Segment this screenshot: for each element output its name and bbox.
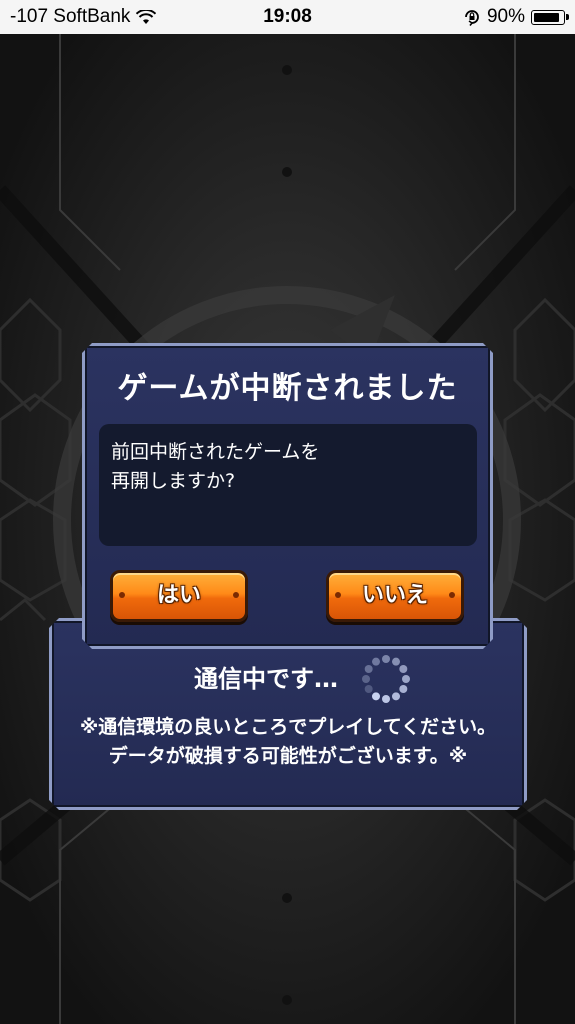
spinner-dot bbox=[399, 685, 407, 693]
no-button[interactable]: いいえ bbox=[326, 570, 464, 622]
yes-button-label: はい bbox=[156, 583, 201, 608]
rivet-icon bbox=[449, 592, 455, 598]
battery-percent: 90% bbox=[486, 6, 525, 27]
wifi-icon bbox=[136, 9, 157, 24]
rivet-icon bbox=[233, 592, 239, 598]
battery-icon bbox=[531, 9, 569, 25]
spinner-dot bbox=[392, 692, 400, 700]
battery-fill bbox=[534, 12, 559, 22]
connection-warning: ※通信環境の良いところでプレイしてください。 データが破損する可能性がございます… bbox=[52, 713, 524, 771]
status-bar: -107 SoftBank 19:08 90% bbox=[0, 0, 575, 34]
dialog-message-box: 前回中断されたゲームを 再開しますか? bbox=[99, 424, 477, 546]
spinner-dot bbox=[372, 658, 380, 666]
yes-button[interactable]: はい bbox=[110, 570, 248, 622]
rivet-icon bbox=[335, 592, 341, 598]
no-button-label: いいえ bbox=[361, 583, 428, 608]
spinner-dot bbox=[399, 665, 407, 673]
connection-warning-line1: ※通信環境の良いところでプレイしてください。 bbox=[79, 716, 497, 738]
resume-game-dialog: ゲームが中断されました 前回中断されたゲームを 再開しますか? はい いいえ bbox=[82, 343, 493, 649]
spinner-dot bbox=[402, 675, 410, 683]
dialog-title: ゲームが中断されました bbox=[117, 371, 458, 406]
spinner-dot bbox=[392, 658, 400, 666]
loading-spinner-icon bbox=[358, 651, 414, 707]
carrier-label: -107 SoftBank bbox=[10, 6, 131, 27]
spinner-dot bbox=[365, 685, 373, 693]
spinner-dot bbox=[382, 655, 390, 663]
communicating-text: 通信中です… bbox=[194, 665, 338, 693]
spinner-dot bbox=[372, 692, 380, 700]
spinner-dot bbox=[382, 695, 390, 703]
dialog-message-line1: 前回中断されたゲームを bbox=[111, 441, 320, 463]
spinner-dot bbox=[365, 665, 373, 673]
rivet-icon bbox=[119, 592, 125, 598]
communicating-label: 通信中です… bbox=[52, 659, 524, 694]
dialog-message-line2: 再開しますか? bbox=[111, 470, 236, 492]
connection-warning-line2: データが破損する可能性がございます。※ bbox=[108, 745, 468, 767]
orientation-lock-icon bbox=[465, 10, 479, 26]
spinner-dot bbox=[362, 675, 370, 683]
